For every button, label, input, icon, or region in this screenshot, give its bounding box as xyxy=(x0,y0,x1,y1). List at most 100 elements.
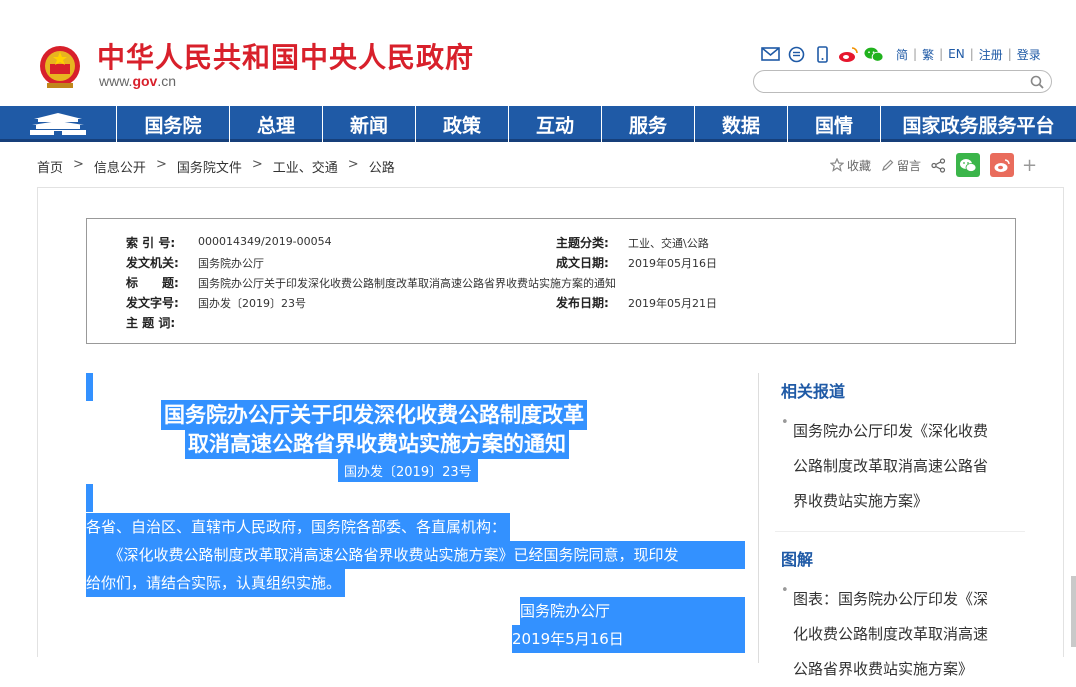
message-icon[interactable] xyxy=(786,45,806,63)
nav-item-premier[interactable]: 总理 xyxy=(230,106,323,142)
share-icon xyxy=(931,157,946,173)
pencil-icon xyxy=(882,159,894,171)
weibo-icon[interactable] xyxy=(838,45,858,63)
search-box xyxy=(753,70,1052,93)
graphic-heading: 图解 xyxy=(781,550,814,569)
lang-traditional-link[interactable]: 繁 xyxy=(922,46,934,63)
article-title-line-2: 取消高速公路省界收费站实施方案的通知 xyxy=(185,429,569,459)
meta-doc-number: 发文字号: 国办发〔2019〕23号 xyxy=(126,294,306,311)
login-link[interactable]: 登录 xyxy=(1017,46,1041,63)
register-link[interactable]: 注册 xyxy=(979,46,1003,63)
nav-item-data[interactable]: 数据 xyxy=(695,106,788,142)
nav-home[interactable] xyxy=(0,106,117,142)
mobile-icon[interactable] xyxy=(812,45,832,63)
national-emblem-icon[interactable] xyxy=(37,42,83,92)
meta-topic-key: 主题分类: xyxy=(556,236,609,250)
breadcrumb-state-council-docs[interactable]: 国务院文件 xyxy=(177,157,242,176)
meta-issuer: 发文机关: 国务院办公厅 xyxy=(126,254,264,271)
meta-index: 索 引 号: 000014349/2019-00054 xyxy=(126,234,332,251)
lang-simplified-link[interactable]: 简 xyxy=(896,46,908,63)
meta-publish-date: 发布日期: 2019年05月21日 xyxy=(556,294,717,311)
chevron-right-icon: > xyxy=(155,157,167,172)
selection-marker xyxy=(86,484,93,512)
document-meta-table: 索 引 号: 000014349/2019-00054 主题分类: 工业、交通\… xyxy=(86,218,1016,344)
lang-english-link[interactable]: EN xyxy=(948,47,965,61)
graphic-link[interactable]: 图表：国务院办公厅印发《深 化收费公路制度改革取消高速 公路省界收费站实施方案》 xyxy=(781,573,1021,687)
lang-links: 简 | 繁 | EN | 注册 | 登录 xyxy=(896,46,1041,63)
breadcrumb-highway[interactable]: 公路 xyxy=(369,157,395,176)
related-report-line: 界收费站实施方案》 xyxy=(793,492,929,510)
nav-item-gov-service-platform[interactable]: 国家政务服务平台 xyxy=(881,106,1076,142)
share-button[interactable] xyxy=(931,157,946,173)
meta-issuer-key: 发文机关: xyxy=(126,256,179,270)
graphic-line: 公路省界收费站实施方案》 xyxy=(793,660,974,678)
related-report-line: 公路制度改革取消高速公路省 xyxy=(793,457,989,475)
meta-written-value: 2019年05月16日 xyxy=(628,257,717,270)
graphic-line: 图表：国务院办公厅印发《深 xyxy=(781,573,1021,617)
chevron-right-icon: > xyxy=(251,157,263,172)
tiananmen-icon xyxy=(30,113,86,135)
breadcrumb-info-disclosure[interactable]: 信息公开 xyxy=(94,157,146,176)
page-scrollbar[interactable] xyxy=(1071,576,1076,647)
main-nav: 国务院 总理 新闻 政策 互动 服务 数据 国情 国家政务服务平台 xyxy=(0,106,1076,142)
article-body-line-2: 给你们，请结合实际，认真组织实施。 xyxy=(86,569,346,597)
search-icon[interactable] xyxy=(1029,74,1045,90)
meta-topic-value: 工业、交通\公路 xyxy=(628,237,709,250)
article-title-line-1: 国务院办公厅关于印发深化收费公路制度改革 xyxy=(161,400,587,430)
nav-item-policy[interactable]: 政策 xyxy=(416,106,509,142)
meta-keywords: 主 题 词: xyxy=(126,314,198,331)
article-sign-date: 2019年5月16日 xyxy=(512,625,745,653)
url-domain: gov xyxy=(132,73,158,89)
breadcrumb-bar: 首页 > 信息公开 > 国务院文件 > 工业、交通 > 公路 收藏 留言 + xyxy=(0,145,1076,187)
related-sidebar: 相关报道 国务院办公厅印发《深化收费 公路制度改革取消高速公路省 界收费站实施方… xyxy=(775,378,1025,687)
favorite-label: 收藏 xyxy=(847,158,872,173)
related-reports-heading: 相关报道 xyxy=(781,382,846,401)
content-frame: 索 引 号: 000014349/2019-00054 主题分类: 工业、交通\… xyxy=(37,187,1064,678)
meta-pubdate-value: 2019年05月21日 xyxy=(628,297,717,310)
article-doc-number: 国办发〔2019〕23号 xyxy=(338,459,478,482)
article-body-line-1: 《深化收费公路制度改革取消高速公路省界收费站实施方案》已经国务院同意，现印发 xyxy=(86,541,745,569)
meta-title: 标 题: 国务院办公厅关于印发深化收费公路制度改革取消高速公路省界收费站实施方案… xyxy=(126,274,616,291)
meta-docno-value: 国办发〔2019〕23号 xyxy=(198,297,306,310)
header-tools: 简 | 繁 | EN | 注册 | 登录 xyxy=(760,44,1041,64)
wechat-icon[interactable] xyxy=(864,45,884,63)
sidebar-divider xyxy=(775,531,1025,532)
url-prefix: www. xyxy=(99,73,133,89)
comment-label: 留言 xyxy=(897,158,922,173)
search-input[interactable] xyxy=(764,71,1024,93)
site-url[interactable]: www.gov.cn xyxy=(99,73,176,89)
nav-item-news[interactable]: 新闻 xyxy=(323,106,416,142)
url-suffix: .cn xyxy=(157,73,177,89)
breadcrumb: 首页 > 信息公开 > 国务院文件 > 工业、交通 > 公路 xyxy=(37,157,395,176)
related-report-link[interactable]: 国务院办公厅印发《深化收费 公路制度改革取消高速公路省 界收费站实施方案》 xyxy=(781,405,1021,519)
wechat-share-icon[interactable] xyxy=(956,153,981,177)
favorite-button[interactable]: 收藏 xyxy=(830,157,871,174)
nav-item-interaction[interactable]: 互动 xyxy=(509,106,602,142)
meta-written-date: 成文日期: 2019年05月16日 xyxy=(556,254,717,271)
article-signer: 国务院办公厅 xyxy=(520,597,745,625)
related-report-line: 国务院办公厅印发《深化收费 xyxy=(781,405,1021,449)
meta-pubdate-key: 发布日期: xyxy=(556,296,609,310)
meta-keyword-key: 主 题 词: xyxy=(126,316,176,330)
meta-title-key: 标 题: xyxy=(126,276,179,290)
comment-button[interactable]: 留言 xyxy=(881,157,921,174)
nav-item-state-council[interactable]: 国务院 xyxy=(117,106,230,142)
chevron-right-icon: > xyxy=(73,157,84,172)
selection-marker xyxy=(86,373,93,401)
nav-item-national-info[interactable]: 国情 xyxy=(788,106,881,142)
meta-index-key: 索 引 号: xyxy=(126,236,176,250)
star-icon xyxy=(830,158,844,172)
meta-docno-key: 发文字号: xyxy=(126,296,179,310)
meta-issuer-value: 国务院办公厅 xyxy=(198,257,264,270)
share-bar: 收藏 留言 + xyxy=(830,153,1037,177)
meta-topic: 主题分类: 工业、交通\公路 xyxy=(556,234,709,251)
breadcrumb-industry-transport[interactable]: 工业、交通 xyxy=(273,157,338,176)
site-title[interactable]: 中华人民共和国中央人民政府 xyxy=(97,36,474,76)
nav-item-service[interactable]: 服务 xyxy=(602,106,695,142)
weibo-share-icon[interactable] xyxy=(990,153,1015,177)
chevron-right-icon: > xyxy=(347,157,359,172)
more-share-icon[interactable]: + xyxy=(1022,155,1037,176)
article-addressee: 各省、自治区、直辖市人民政府，国务院各部委、各直属机构： xyxy=(86,513,511,541)
mail-icon[interactable] xyxy=(760,45,780,63)
breadcrumb-home[interactable]: 首页 xyxy=(37,157,63,176)
